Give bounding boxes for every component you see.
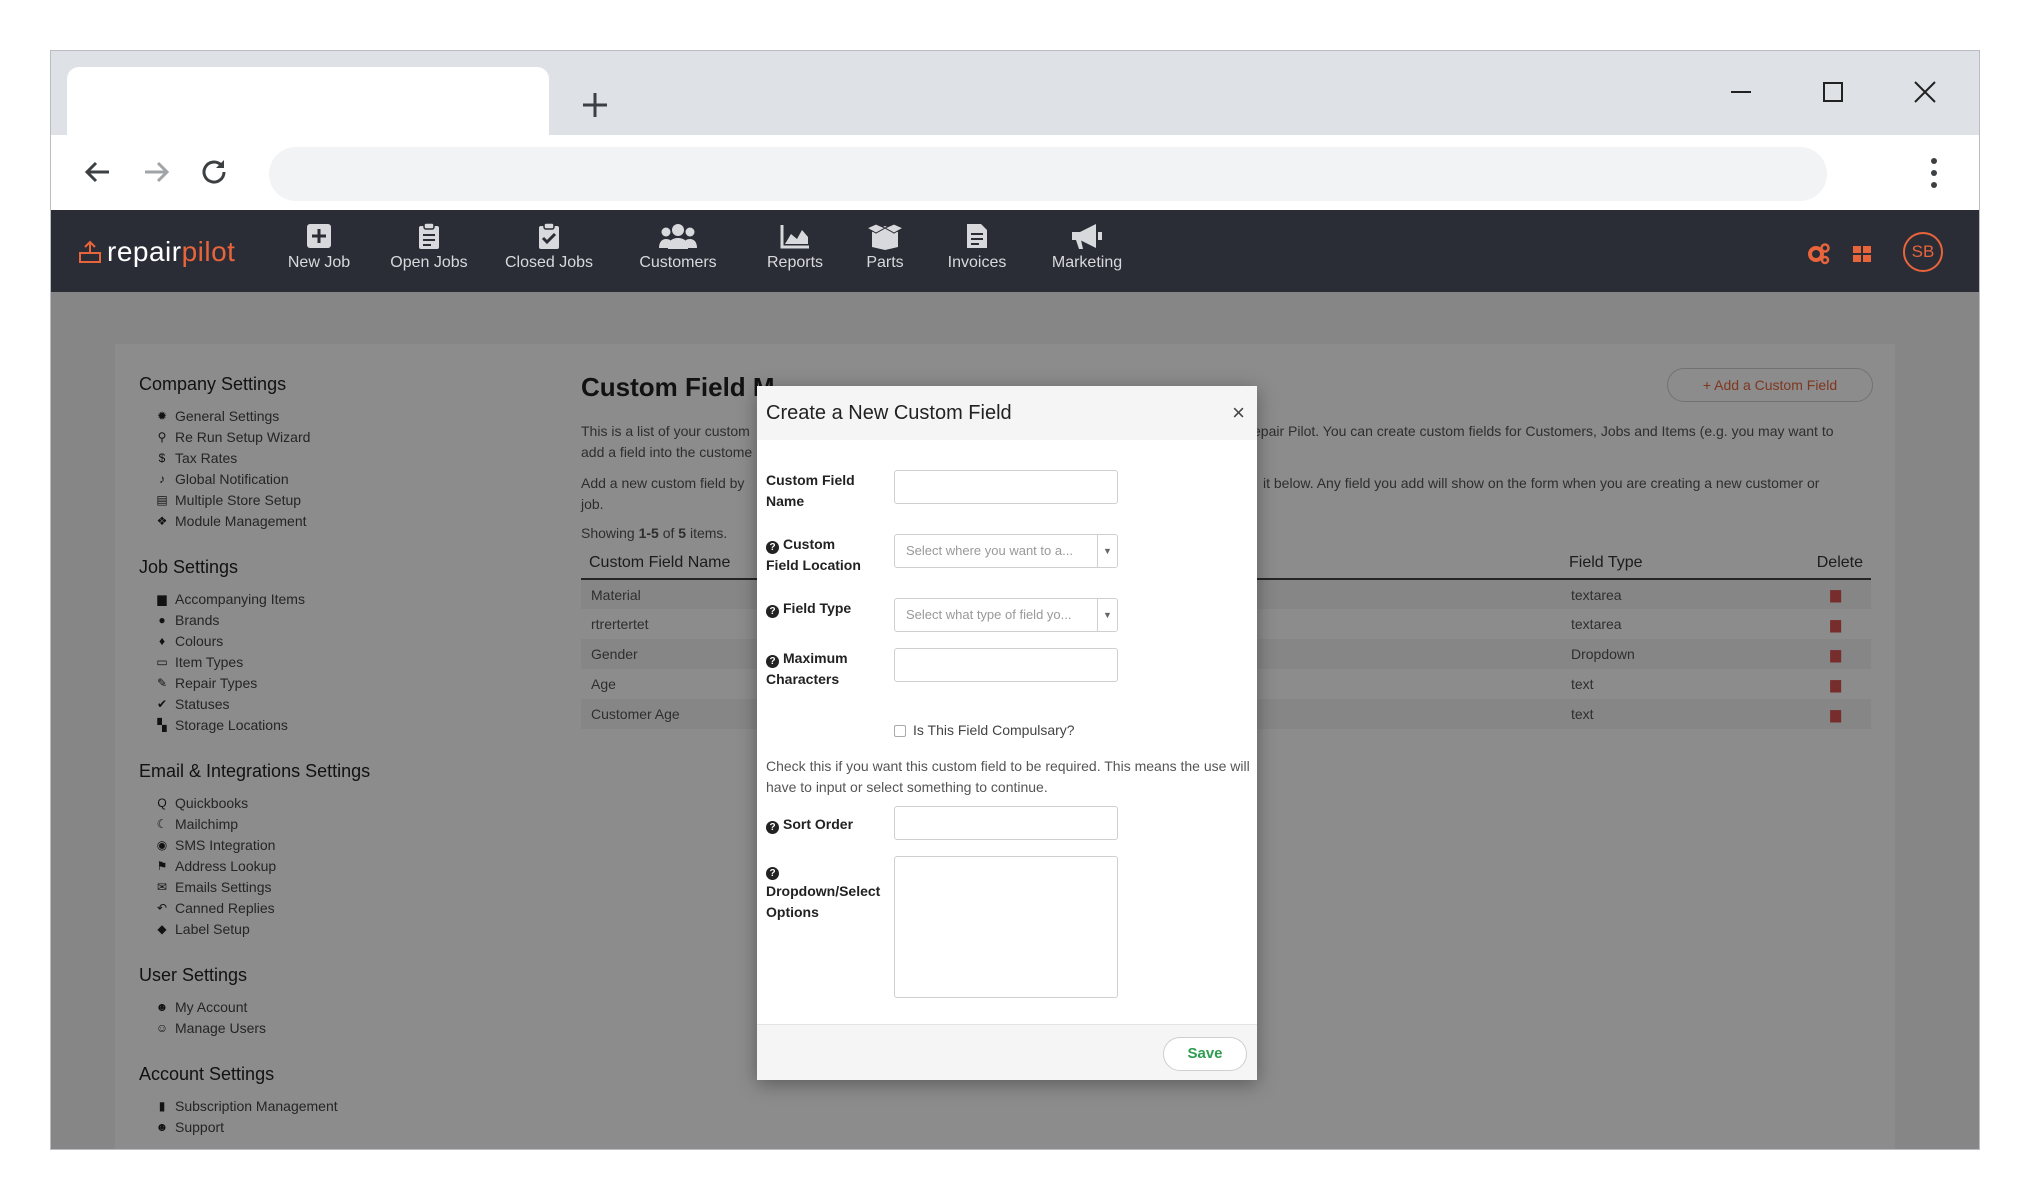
modal-close-button[interactable]: ×	[1232, 402, 1245, 424]
compulsory-checkbox[interactable]	[894, 725, 906, 737]
logo-text-repair: repair	[107, 236, 182, 267]
chart-area-icon	[780, 225, 809, 249]
select-placeholder: Select what type of field yo...	[906, 607, 1072, 622]
label-text: Maximum	[783, 650, 848, 666]
reload-button[interactable]	[191, 149, 237, 195]
nav-label: New Job	[287, 254, 351, 271]
cogs-icon	[1808, 243, 1830, 265]
web-page: repair pilot New Job Open Jobs Closed Job…	[51, 210, 1979, 1149]
label-text: Sort Order	[783, 816, 854, 832]
question-circle-icon[interactable]: ?	[766, 867, 779, 880]
browser-window: repair pilot New Job Open Jobs Closed Job…	[50, 50, 1980, 1150]
sort-order-input[interactable]	[894, 806, 1118, 840]
clipboard-check-icon	[539, 222, 559, 249]
field-type-select[interactable]: Select what type of field yo... ▼	[894, 598, 1118, 632]
caret-down-icon: ▼	[1097, 535, 1117, 567]
question-circle-icon[interactable]: ?	[766, 541, 779, 554]
max-characters-input[interactable]	[894, 648, 1118, 682]
plus-icon	[583, 93, 607, 117]
label-text: Custom Field	[766, 472, 855, 488]
minimize-button[interactable]	[1711, 67, 1771, 117]
nav-invoices[interactable]: Invoices	[939, 222, 1015, 284]
logo-icon	[79, 240, 101, 263]
nav-parts[interactable]: Parts	[855, 222, 915, 284]
question-circle-icon[interactable]: ?	[766, 605, 779, 618]
nav-marketing[interactable]: Marketing	[1037, 222, 1137, 284]
options-label: ? Dropdown/Select Options	[766, 860, 886, 923]
nav-label: Open Jobs	[390, 254, 468, 271]
nav-open-jobs[interactable]: Open Jobs	[381, 222, 477, 284]
close-window-button[interactable]	[1895, 67, 1955, 117]
question-circle-icon[interactable]: ?	[766, 655, 779, 668]
nav-reports[interactable]: Reports	[755, 222, 835, 284]
user-avatar[interactable]: SB	[1903, 232, 1943, 272]
custom-field-name-input[interactable]	[894, 470, 1118, 504]
nav-label: Parts	[866, 254, 904, 271]
nav-label: Customers	[639, 254, 717, 271]
file-invoice-icon	[967, 224, 987, 248]
app-navbar: repair pilot New Job Open Jobs Closed Job…	[51, 210, 1979, 292]
address-bar[interactable]	[269, 147, 1827, 201]
nav-label: Reports	[766, 254, 824, 271]
label-text: Field Type	[783, 600, 852, 616]
settings-button[interactable]	[1807, 230, 1831, 278]
maximize-icon	[1823, 82, 1843, 102]
more-vertical-icon	[1931, 158, 1937, 188]
clipboard-icon	[419, 222, 439, 249]
close-icon	[1914, 81, 1936, 103]
field-type-label: ? Field Type	[766, 598, 886, 619]
bullhorn-icon	[1072, 224, 1102, 249]
users-icon	[659, 224, 697, 249]
field-location-label: ? Custom Field Location	[766, 534, 886, 576]
select-placeholder: Select where you want to a...	[906, 543, 1073, 558]
label-text: Custom	[783, 536, 836, 552]
field-name-label: Custom Field Name	[766, 470, 886, 512]
compulsory-label[interactable]: Is This Field Compulsary?	[913, 722, 1075, 738]
nav-label: Invoices	[947, 254, 1007, 271]
apps-grid-button[interactable]	[1851, 230, 1873, 278]
maximize-button[interactable]	[1803, 67, 1863, 117]
logo-text-pilot: pilot	[181, 236, 236, 267]
app-logo[interactable]: repair pilot	[77, 234, 235, 270]
nav-label: Closed Jobs	[504, 254, 594, 271]
label-text: Dropdown/Select	[766, 883, 881, 899]
create-custom-field-modal: Create a New Custom Field × Custom Field…	[757, 386, 1257, 1080]
back-button[interactable]	[75, 149, 121, 195]
compulsory-help-text: Check this if you want this custom field…	[766, 758, 1250, 795]
plus-square-icon	[307, 224, 331, 248]
question-circle-icon[interactable]: ?	[766, 821, 779, 834]
browser-menu-button[interactable]	[1919, 151, 1949, 195]
arrow-left-icon	[84, 161, 109, 183]
nav-closed-jobs[interactable]: Closed Jobs	[497, 222, 601, 284]
tab-strip	[51, 51, 1979, 137]
arrow-right-icon	[145, 161, 170, 183]
caret-down-icon: ▼	[1097, 599, 1117, 631]
dropdown-options-textarea[interactable]	[894, 856, 1118, 998]
browser-tab[interactable]	[67, 67, 549, 137]
grid-icon	[1853, 246, 1871, 262]
box-open-icon	[866, 223, 904, 250]
max-characters-label: ? Maximum Characters	[766, 648, 886, 690]
modal-header: Create a New Custom Field ×	[757, 386, 1257, 440]
modal-footer: Save	[757, 1024, 1257, 1080]
nav-label: Marketing	[1051, 254, 1123, 271]
label-text: Options	[766, 904, 819, 920]
minimize-icon	[1731, 91, 1751, 93]
new-tab-button[interactable]	[571, 81, 619, 129]
save-button[interactable]: Save	[1163, 1037, 1247, 1071]
browser-toolbar	[51, 135, 1979, 210]
sort-order-label: ? Sort Order	[766, 814, 886, 835]
nav-new-job[interactable]: New Job	[279, 222, 359, 284]
forward-button[interactable]	[133, 149, 179, 195]
label-text: Name	[766, 493, 805, 509]
label-text: Characters	[766, 671, 840, 687]
modal-title: Create a New Custom Field	[766, 402, 1012, 424]
label-text: Field Location	[766, 557, 861, 573]
nav-customers[interactable]: Customers	[625, 222, 731, 284]
field-location-select[interactable]: Select where you want to a... ▼	[894, 534, 1118, 568]
reload-icon	[202, 160, 226, 184]
